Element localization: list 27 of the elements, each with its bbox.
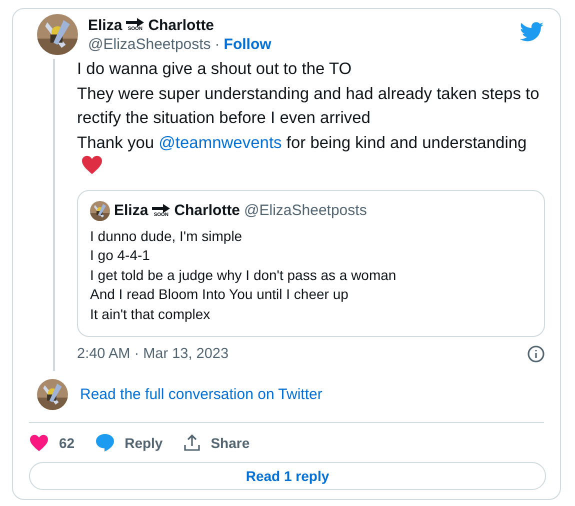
tweet-text: I do wanna give a shout out to the TO [77,59,353,80]
read-replies-button[interactable]: Read 1 reply [29,462,546,490]
heart-icon [29,434,49,452]
like-button[interactable]: 62 [29,434,75,452]
author-handle: @ElizaSheetposts [88,36,211,52]
info-icon[interactable] [527,345,545,363]
quoted-text: And I read Bloom Into You until I cheer up [90,285,350,304]
author-name: Charlotte [148,16,214,34]
quoted-text: I go 4-4-1 [90,246,151,265]
author-handle: @ElizaSheetposts [244,202,367,219]
conversation-link[interactable]: Read the full conversation on Twitter [80,386,322,403]
tweet-text: Thank you @teamnwevents for being kind and understanding [77,130,545,180]
reply-button[interactable]: Reply [94,433,163,452]
mention-link[interactable]: @teamnwevents [158,134,282,152]
separator: · [214,36,220,52]
quoted-text: I get told be a judge why I don't pass as a woman [90,266,398,285]
quoted-text: I dunno dude, I'm simple [90,226,244,246]
author-name: Eliza [114,202,148,219]
share-icon [182,434,201,452]
author-name: Charlotte [174,202,240,219]
follow-link[interactable]: Follow [224,36,272,52]
speech-bubble-icon [94,433,115,452]
share-button[interactable]: Share [182,434,250,452]
bird-icon[interactable] [520,22,544,42]
quoted-text: It ain't that complex [90,304,212,324]
timestamp[interactable]: 2:40 AM · Mar 13, 2023 [77,346,229,362]
author-name: Eliza [88,16,122,34]
